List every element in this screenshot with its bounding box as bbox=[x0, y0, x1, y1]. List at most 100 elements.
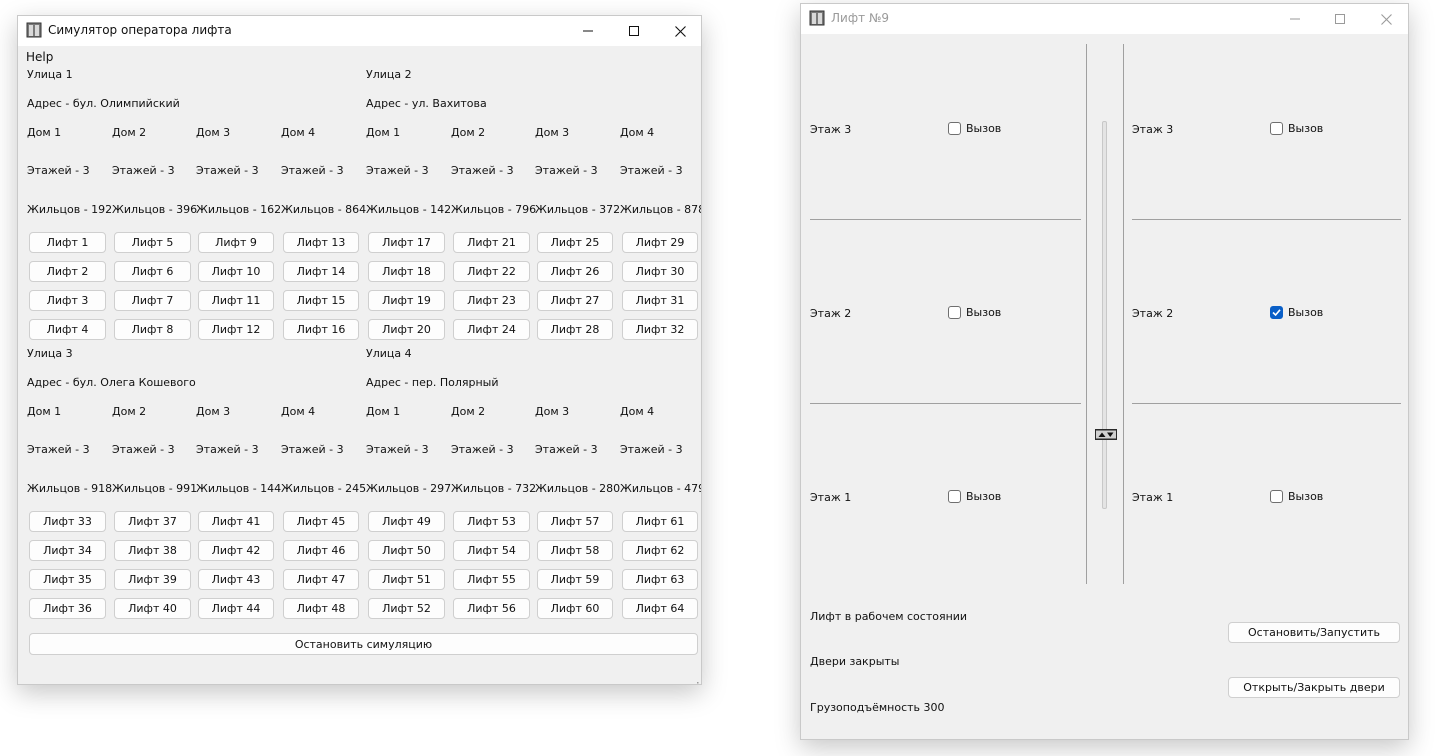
main-titlebar[interactable]: Симулятор оператора лифта bbox=[18, 16, 701, 46]
lift-button[interactable]: Лифт 30 bbox=[622, 261, 698, 282]
house-floors: Этажей - 3 bbox=[366, 164, 429, 177]
floor-label: Этаж 2 bbox=[1132, 307, 1174, 320]
call-checkbox[interactable]: Вызов bbox=[1270, 306, 1323, 319]
lift-button[interactable]: Лифт 14 bbox=[283, 261, 359, 282]
lift-button[interactable]: Лифт 63 bbox=[622, 569, 698, 590]
lift-button[interactable]: Лифт 8 bbox=[114, 319, 191, 340]
house-name: Дом 2 bbox=[112, 126, 147, 139]
lift-button[interactable]: Лифт 44 bbox=[198, 598, 274, 619]
checkbox-box[interactable] bbox=[1270, 122, 1283, 135]
close-button[interactable] bbox=[1363, 4, 1408, 34]
minimize-button[interactable] bbox=[1272, 4, 1318, 34]
lift-button[interactable]: Лифт 36 bbox=[29, 598, 106, 619]
checkbox-box[interactable] bbox=[948, 306, 961, 319]
call-checkbox[interactable]: Вызов bbox=[948, 490, 1001, 503]
lift-button[interactable]: Лифт 60 bbox=[537, 598, 613, 619]
close-icon bbox=[674, 25, 686, 37]
lift-button[interactable]: Лифт 52 bbox=[368, 598, 445, 619]
call-checkbox[interactable]: Вызов bbox=[1270, 122, 1323, 135]
shaft-slider-track[interactable] bbox=[1102, 121, 1107, 509]
house-name: Дом 4 bbox=[281, 126, 316, 139]
lift-button[interactable]: Лифт 9 bbox=[198, 232, 274, 253]
lift-button[interactable]: Лифт 58 bbox=[537, 540, 613, 561]
lift-button[interactable]: Лифт 3 bbox=[29, 290, 106, 311]
menu-help[interactable]: Help bbox=[26, 51, 53, 64]
checkbox-box[interactable] bbox=[948, 122, 961, 135]
checkbox-box[interactable] bbox=[1270, 490, 1283, 503]
lift-button[interactable]: Лифт 12 bbox=[198, 319, 274, 340]
lift-button[interactable]: Лифт 23 bbox=[453, 290, 530, 311]
lift-button[interactable]: Лифт 37 bbox=[114, 511, 191, 532]
call-checkbox[interactable]: Вызов bbox=[1270, 490, 1323, 503]
maximize-button[interactable] bbox=[1317, 4, 1363, 34]
lift-button[interactable]: Лифт 15 bbox=[283, 290, 359, 311]
lift-button[interactable]: Лифт 40 bbox=[114, 598, 191, 619]
lift-button[interactable]: Лифт 17 bbox=[368, 232, 445, 253]
start-stop-button[interactable]: Остановить/Запустить bbox=[1228, 622, 1400, 643]
lift-button[interactable]: Лифт 33 bbox=[29, 511, 106, 532]
lift-button[interactable]: Лифт 42 bbox=[198, 540, 274, 561]
floor-label: Этаж 2 bbox=[810, 307, 852, 320]
checkbox-box[interactable] bbox=[1270, 306, 1283, 319]
house-residents: Жильцов - 396 bbox=[112, 203, 198, 216]
lift-button[interactable]: Лифт 31 bbox=[622, 290, 698, 311]
lift-button[interactable]: Лифт 57 bbox=[537, 511, 613, 532]
lift-button[interactable]: Лифт 22 bbox=[453, 261, 530, 282]
lift-button[interactable]: Лифт 2 bbox=[29, 261, 106, 282]
lift-button[interactable]: Лифт 45 bbox=[283, 511, 359, 532]
lift-button[interactable]: Лифт 49 bbox=[368, 511, 445, 532]
lift-button[interactable]: Лифт 64 bbox=[622, 598, 698, 619]
house-floors: Этажей - 3 bbox=[112, 443, 175, 456]
lift-button[interactable]: Лифт 61 bbox=[622, 511, 698, 532]
lift-button[interactable]: Лифт 48 bbox=[283, 598, 359, 619]
lift-button[interactable]: Лифт 34 bbox=[29, 540, 106, 561]
lift-button[interactable]: Лифт 46 bbox=[283, 540, 359, 561]
lift-button[interactable]: Лифт 54 bbox=[453, 540, 530, 561]
lift-button[interactable]: Лифт 18 bbox=[368, 261, 445, 282]
lift-button[interactable]: Лифт 25 bbox=[537, 232, 613, 253]
lift-button[interactable]: Лифт 20 bbox=[368, 319, 445, 340]
lift-button[interactable]: Лифт 50 bbox=[368, 540, 445, 561]
house-name: Дом 2 bbox=[451, 126, 486, 139]
stop-simulation-button[interactable]: Остановить симуляцию bbox=[29, 633, 698, 655]
lift-button[interactable]: Лифт 21 bbox=[453, 232, 530, 253]
minimize-button[interactable] bbox=[565, 16, 611, 46]
lift-button[interactable]: Лифт 56 bbox=[453, 598, 530, 619]
lift-button[interactable]: Лифт 43 bbox=[198, 569, 274, 590]
lift-button[interactable]: Лифт 1 bbox=[29, 232, 106, 253]
lift-button[interactable]: Лифт 47 bbox=[283, 569, 359, 590]
lift-button[interactable]: Лифт 41 bbox=[198, 511, 274, 532]
lift-button[interactable]: Лифт 26 bbox=[537, 261, 613, 282]
lift-button[interactable]: Лифт 19 bbox=[368, 290, 445, 311]
lift-button[interactable]: Лифт 13 bbox=[283, 232, 359, 253]
lift-button[interactable]: Лифт 35 bbox=[29, 569, 106, 590]
lift-button[interactable]: Лифт 53 bbox=[453, 511, 530, 532]
lift-titlebar[interactable]: Лифт №9 bbox=[801, 4, 1408, 34]
lift-button[interactable]: Лифт 55 bbox=[453, 569, 530, 590]
maximize-button[interactable] bbox=[611, 16, 657, 46]
lift-button[interactable]: Лифт 38 bbox=[114, 540, 191, 561]
lift-button[interactable]: Лифт 32 bbox=[622, 319, 698, 340]
lift-button[interactable]: Лифт 4 bbox=[29, 319, 106, 340]
doors-toggle-button[interactable]: Открыть/Закрыть двери bbox=[1228, 677, 1400, 698]
house-name: Дом 1 bbox=[366, 126, 401, 139]
lift-button[interactable]: Лифт 6 bbox=[114, 261, 191, 282]
lift-button[interactable]: Лифт 5 bbox=[114, 232, 191, 253]
lift-button[interactable]: Лифт 16 bbox=[283, 319, 359, 340]
call-checkbox[interactable]: Вызов bbox=[948, 306, 1001, 319]
resize-grip-icon[interactable] bbox=[691, 675, 699, 684]
call-checkbox[interactable]: Вызов bbox=[948, 122, 1001, 135]
lift-button[interactable]: Лифт 59 bbox=[537, 569, 613, 590]
lift-button[interactable]: Лифт 24 bbox=[453, 319, 530, 340]
lift-button[interactable]: Лифт 51 bbox=[368, 569, 445, 590]
lift-button[interactable]: Лифт 28 bbox=[537, 319, 613, 340]
lift-button[interactable]: Лифт 10 bbox=[198, 261, 274, 282]
lift-button[interactable]: Лифт 7 bbox=[114, 290, 191, 311]
lift-button[interactable]: Лифт 29 bbox=[622, 232, 698, 253]
lift-button[interactable]: Лифт 39 bbox=[114, 569, 191, 590]
lift-button[interactable]: Лифт 27 bbox=[537, 290, 613, 311]
lift-button[interactable]: Лифт 11 bbox=[198, 290, 274, 311]
close-button[interactable] bbox=[657, 16, 701, 46]
lift-button[interactable]: Лифт 62 bbox=[622, 540, 698, 561]
checkbox-box[interactable] bbox=[948, 490, 961, 503]
